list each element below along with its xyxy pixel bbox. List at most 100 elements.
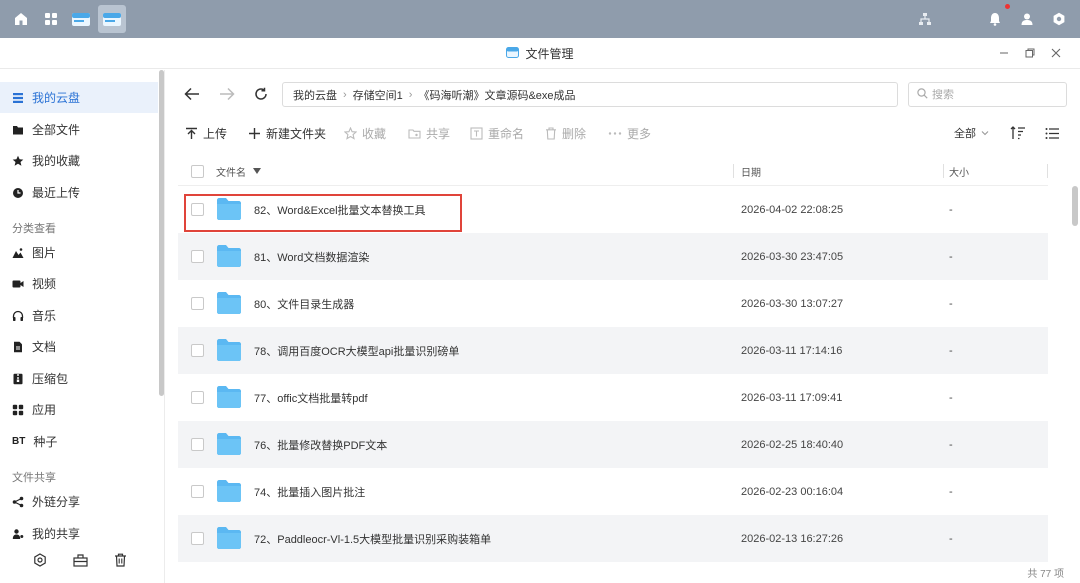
file-name[interactable]: 72、Paddleocr-Vl-1.5大模型批量识别采购装箱单 (254, 515, 491, 562)
rename-button[interactable]: 重命名 (470, 123, 524, 143)
trash-icon[interactable] (114, 553, 127, 570)
file-name[interactable]: 78、调用百度OCR大模型api批量识别磅单 (254, 327, 459, 374)
rename-icon (470, 126, 483, 140)
file-date: 2026-03-11 17:09:41 (741, 391, 843, 404)
bell-icon[interactable] (982, 4, 1010, 32)
sidebar-item-all-files[interactable]: 全部文件 (0, 114, 158, 145)
home-icon[interactable] (8, 6, 34, 32)
sidebar-item-recent[interactable]: 最近上传 (0, 177, 158, 208)
refresh-button[interactable] (251, 84, 271, 104)
table-row[interactable]: 74、批量插入图片批注 2026-02-23 00:16:04 - (178, 468, 1048, 515)
table-row[interactable]: 78、调用百度OCR大模型api批量识别磅单 2026-03-11 17:14:… (178, 327, 1048, 374)
row-checkbox[interactable] (191, 297, 204, 310)
column-divider[interactable] (733, 164, 734, 178)
sidebar-item-label: 全部文件 (32, 123, 81, 137)
sidebar-item-archives[interactable]: 压缩包 (0, 363, 158, 394)
sidebar-item-documents[interactable]: 文档 (0, 331, 158, 362)
file-name[interactable]: 74、批量插入图片批注 (254, 468, 365, 515)
sidebar-item-apps[interactable]: 应用 (0, 394, 158, 425)
list-view-button[interactable] (1045, 123, 1060, 143)
toolbox-icon[interactable] (73, 553, 88, 570)
column-size-label: 大小 (949, 167, 969, 179)
search-input[interactable] (932, 88, 1052, 101)
breadcrumb-item[interactable]: 我的云盘 (293, 87, 337, 103)
sidebar-item-music[interactable]: 音乐 (0, 300, 158, 331)
favorite-button[interactable]: 收藏 (344, 123, 386, 143)
image-icon (12, 247, 24, 259)
row-checkbox[interactable] (191, 532, 204, 545)
row-checkbox[interactable] (191, 485, 204, 498)
share-label: 共享 (426, 126, 451, 141)
table-row[interactable]: 72、Paddleocr-Vl-1.5大模型批量识别采购装箱单 2026-02-… (178, 515, 1048, 562)
row-checkbox[interactable] (191, 203, 204, 216)
row-checkbox[interactable] (191, 250, 204, 263)
maximize-button[interactable] (1020, 43, 1040, 63)
favorite-label: 收藏 (362, 126, 387, 141)
delete-button[interactable]: 删除 (545, 123, 586, 143)
file-name[interactable]: 76、批量修改替换PDF文本 (254, 421, 387, 468)
file-name[interactable]: 81、Word文档数据渲染 (254, 233, 369, 280)
sidebar-item-images[interactable]: 图片 (0, 237, 158, 268)
file-name[interactable]: 80、文件目录生成器 (254, 280, 354, 327)
network-icon[interactable] (912, 6, 938, 32)
row-checkbox[interactable] (191, 438, 204, 451)
settings-hex-icon[interactable] (33, 553, 47, 570)
document-icon (12, 341, 24, 353)
sidebar-scrollbar[interactable] (159, 70, 164, 396)
close-button[interactable] (1046, 43, 1066, 63)
breadcrumb-item[interactable]: 存储空间1 (353, 87, 403, 103)
column-divider[interactable] (1047, 164, 1048, 178)
new-folder-button[interactable]: 新建文件夹 (248, 123, 326, 143)
file-name[interactable]: 77、offic文档批量转pdf (254, 374, 368, 421)
sidebar-item-torrents[interactable]: BT 种子 (0, 426, 158, 457)
upload-button[interactable]: 上传 (185, 123, 227, 143)
rename-label: 重命名 (488, 126, 525, 141)
column-header-name[interactable]: 文件名 (216, 156, 262, 186)
column-divider[interactable] (943, 164, 944, 178)
row-checkbox[interactable] (191, 344, 204, 357)
breadcrumb-item-current[interactable]: 《码海听潮》文章源码&exe成品 (418, 87, 575, 103)
filter-dropdown[interactable]: 全部 (954, 123, 990, 143)
sidebar: 我的云盘 全部文件 我的收藏 最近上传 分类查看 图片 视频 音乐 文档 压缩包… (0, 70, 165, 583)
more-button[interactable]: 更多 (608, 123, 651, 143)
notification-dot (1005, 4, 1010, 9)
sidebar-item-videos[interactable]: 视频 (0, 268, 158, 299)
table-row[interactable]: 80、文件目录生成器 2026-03-30 13:07:27 - (178, 280, 1048, 327)
file-date: 2026-02-23 00:16:04 (741, 485, 844, 498)
table-row[interactable]: 82、Word&Excel批量文本替换工具 2026-04-02 22:08:2… (178, 186, 1048, 233)
item-count: 共 77 项 (1027, 569, 1064, 580)
file-manager-app-icon[interactable] (68, 6, 94, 32)
sidebar-item-my-cloud[interactable]: 我的云盘 (0, 82, 158, 113)
row-checkbox[interactable] (191, 391, 204, 404)
apps-grid-icon[interactable] (38, 6, 64, 32)
breadcrumb: 我的云盘 › 存储空间1 › 《码海听潮》文章源码&exe成品 (282, 82, 898, 107)
column-name-label: 文件名 (216, 167, 246, 179)
column-header-date[interactable]: 日期 (741, 156, 761, 186)
minimize-button[interactable] (994, 43, 1014, 63)
column-header-size[interactable]: 大小 (949, 156, 969, 186)
table-row[interactable]: 76、批量修改替换PDF文本 2026-02-25 18:40:40 - (178, 421, 1048, 468)
sidebar-item-favorites[interactable]: 我的收藏 (0, 145, 158, 176)
user-icon[interactable] (1014, 6, 1040, 32)
file-list-scrollbar[interactable] (1072, 186, 1078, 226)
sidebar-item-label: 压缩包 (32, 372, 69, 386)
file-manager-active-icon[interactable] (98, 5, 126, 33)
user-share-icon (12, 528, 24, 540)
back-button[interactable] (182, 84, 202, 104)
folder-icon (217, 198, 241, 220)
more-dots-icon (608, 131, 622, 135)
settings-icon[interactable] (1046, 6, 1072, 32)
column-date-label: 日期 (741, 167, 761, 179)
table-row[interactable]: 77、offic文档批量转pdf 2026-03-11 17:09:41 - (178, 374, 1048, 421)
new-folder-label: 新建文件夹 (266, 126, 327, 141)
sidebar-item-link-share[interactable]: 外链分享 (0, 486, 158, 517)
forward-button[interactable] (217, 84, 237, 104)
folder-icon (217, 433, 241, 455)
sort-button[interactable] (1010, 123, 1026, 143)
file-name[interactable]: 82、Word&Excel批量文本替换工具 (254, 186, 426, 233)
select-all-checkbox[interactable] (191, 156, 204, 186)
table-row[interactable]: 81、Word文档数据渲染 2026-03-30 23:47:05 - (178, 233, 1048, 280)
folder-icon (217, 480, 241, 502)
share-button[interactable]: 共享 (408, 123, 450, 143)
search-box[interactable] (908, 82, 1067, 107)
